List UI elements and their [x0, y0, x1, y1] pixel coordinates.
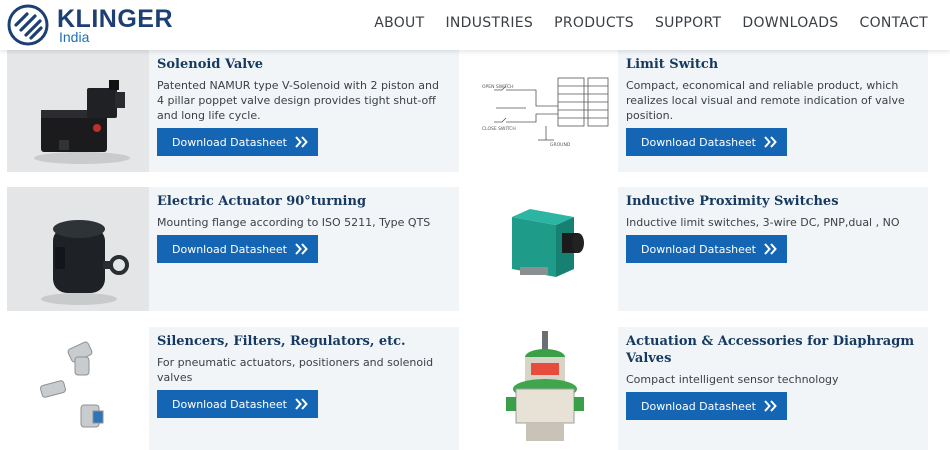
product-card-silencers-filters: Silencers, Filters, Regulators, etc. For… — [7, 327, 459, 450]
diaphragm-accessories-image — [476, 327, 618, 450]
download-datasheet-button[interactable]: Download Datasheet — [157, 128, 318, 156]
proximity-switch-picture — [476, 187, 618, 311]
product-card-inductive-proximity-switches: Inductive Proximity Switches Inductive l… — [476, 187, 928, 311]
silencers-image — [7, 327, 149, 450]
card-description: Inductive limit switches, 3-wire DC, PNP… — [626, 216, 900, 229]
double-chevron-right-icon — [295, 243, 308, 255]
card-title: Silencers, Filters, Regulators, etc. — [157, 334, 406, 349]
open-switch-label: OPEN SWITCH — [482, 84, 514, 90]
button-label: Download Datasheet — [641, 135, 756, 149]
electric-actuator-picture — [7, 187, 149, 311]
download-datasheet-button[interactable]: Download Datasheet — [626, 235, 787, 263]
product-card-diaphragm-valve-accessories: Actuation & Accessories for Diaphragm Va… — [476, 327, 928, 450]
main-nav: ABOUT INDUSTRIES PRODUCTS SUPPORT DOWNLO… — [374, 14, 928, 32]
diaphragm-accessories-picture — [476, 327, 618, 450]
card-body: Silencers, Filters, Regulators, etc. For… — [157, 327, 449, 418]
button-label: Download Datasheet — [172, 135, 287, 149]
product-card-electric-actuator: Electric Actuator 90°turning Mounting fl… — [7, 187, 459, 311]
nav-industries[interactable]: INDUSTRIES — [445, 14, 533, 32]
card-body: Electric Actuator 90°turning Mounting fl… — [157, 187, 449, 263]
card-description: Compact intelligent sensor technology — [626, 373, 839, 386]
button-label: Download Datasheet — [172, 242, 287, 256]
card-description: For pneumatic actuators, positioners and… — [157, 356, 434, 384]
nav-contact[interactable]: CONTACT — [860, 14, 929, 32]
card-title: Electric Actuator 90°turning — [157, 194, 367, 209]
button-label: Download Datasheet — [172, 397, 287, 411]
solenoid-valve-picture — [7, 50, 149, 172]
card-body: Solenoid Valve Patented NAMUR type V-Sol… — [157, 50, 449, 156]
download-datasheet-button[interactable]: Download Datasheet — [626, 392, 787, 420]
nav-about[interactable]: ABOUT — [374, 14, 424, 32]
limit-switch-wiring-diagram: OPEN SWITCH CLOSE SWITCH GROUND — [476, 50, 618, 172]
card-title: Solenoid Valve — [157, 57, 264, 72]
download-datasheet-button[interactable]: Download Datasheet — [626, 128, 787, 156]
nav-products[interactable]: PRODUCTS — [554, 14, 634, 32]
card-description: Mounting flange according to ISO 5211, T… — [157, 216, 431, 229]
solenoid-valve-image — [7, 50, 149, 172]
klinger-logo-mark-icon — [7, 4, 49, 46]
logo-subtext: India — [59, 29, 90, 45]
button-label: Download Datasheet — [641, 399, 756, 413]
site-header: KLINGER India ABOUT INDUSTRIES PRODUCTS … — [0, 0, 950, 50]
ground-label: GROUND — [550, 142, 571, 148]
card-body: Limit Switch Compact, economical and rel… — [626, 50, 918, 156]
download-datasheet-button[interactable]: Download Datasheet — [157, 235, 318, 263]
proximity-switch-image — [476, 187, 618, 311]
download-datasheet-button[interactable]: Download Datasheet — [157, 390, 318, 418]
button-label: Download Datasheet — [641, 242, 756, 256]
double-chevron-right-icon — [764, 243, 777, 255]
double-chevron-right-icon — [295, 136, 308, 148]
product-card-solenoid-valve: Solenoid Valve Patented NAMUR type V-Sol… — [7, 50, 459, 172]
product-card-limit-switch: OPEN SWITCH CLOSE SWITCH GROUND Limit Sw… — [476, 50, 928, 172]
double-chevron-right-icon — [764, 136, 777, 148]
card-body: Actuation & Accessories for Diaphragm Va… — [626, 327, 918, 420]
nav-support[interactable]: SUPPORT — [655, 14, 721, 32]
card-title: Inductive Proximity Switches — [626, 194, 839, 209]
double-chevron-right-icon — [295, 398, 308, 410]
close-switch-label: CLOSE SWITCH — [482, 126, 516, 132]
klinger-logo[interactable]: KLINGER India — [7, 4, 197, 46]
card-description: Compact, economical and reliable product… — [626, 79, 905, 122]
silencers-picture — [7, 327, 149, 450]
nav-downloads[interactable]: DOWNLOADS — [742, 14, 838, 32]
card-body: Inductive Proximity Switches Inductive l… — [626, 187, 918, 263]
limit-switch-image: OPEN SWITCH CLOSE SWITCH GROUND — [476, 50, 618, 172]
card-description: Patented NAMUR type V-Solenoid with 2 pi… — [157, 79, 439, 122]
card-title: Actuation & Accessories for Diaphragm Va… — [626, 334, 915, 366]
electric-actuator-image — [7, 187, 149, 311]
double-chevron-right-icon — [764, 400, 777, 412]
card-title: Limit Switch — [626, 57, 719, 72]
